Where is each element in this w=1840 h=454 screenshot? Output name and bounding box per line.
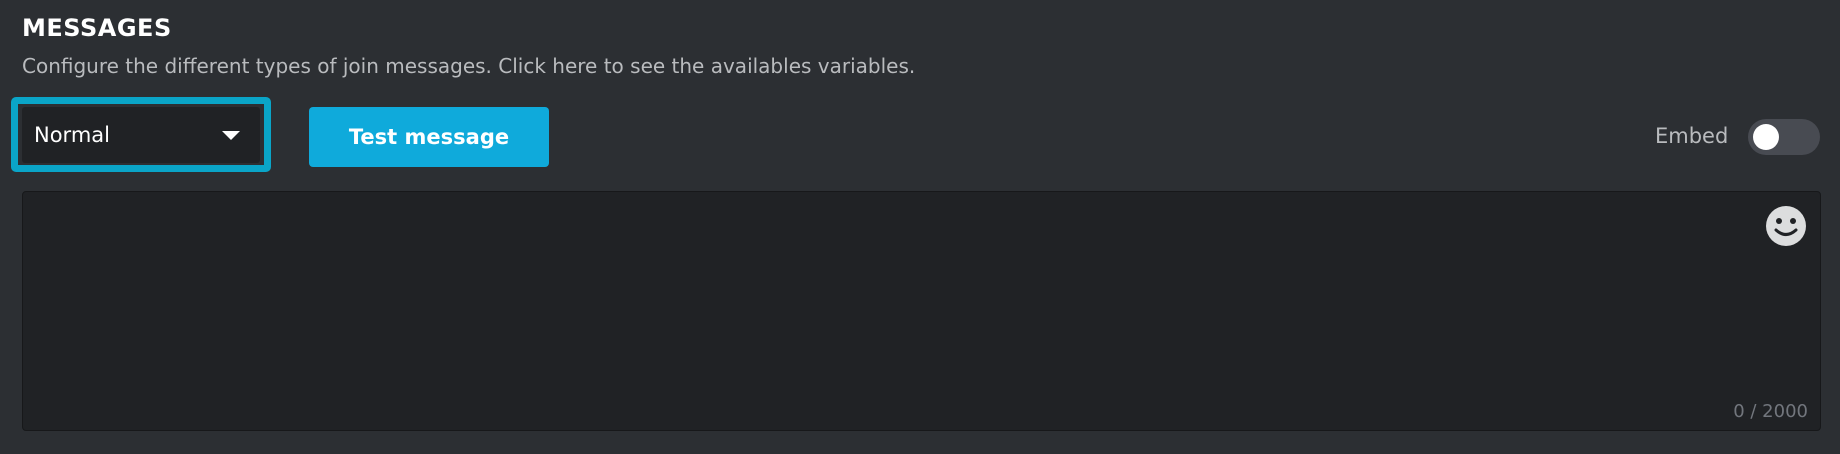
page-description: Configure the different types of join me… <box>22 54 915 78</box>
page-title: MESSAGES <box>22 14 172 42</box>
message-type-select[interactable]: Normal <box>22 107 260 163</box>
embed-toggle[interactable] <box>1748 119 1820 155</box>
description-text-prefix: Configure the different types of join me… <box>22 54 499 78</box>
toggle-knob <box>1753 124 1779 150</box>
message-editor: 0 / 2000 <box>22 191 1821 431</box>
description-text-suffix: to see the availables variables. <box>597 54 916 78</box>
test-message-button[interactable]: Test message <box>309 107 549 167</box>
caret-down-icon <box>222 131 240 140</box>
smiley-face-icon[interactable] <box>1764 204 1808 248</box>
variables-link[interactable]: Click here <box>498 54 597 78</box>
message-textarea[interactable] <box>23 192 1820 430</box>
character-counter: 0 / 2000 <box>1733 401 1808 422</box>
embed-label: Embed <box>1655 124 1729 148</box>
message-type-selected-value: Normal <box>34 123 110 147</box>
